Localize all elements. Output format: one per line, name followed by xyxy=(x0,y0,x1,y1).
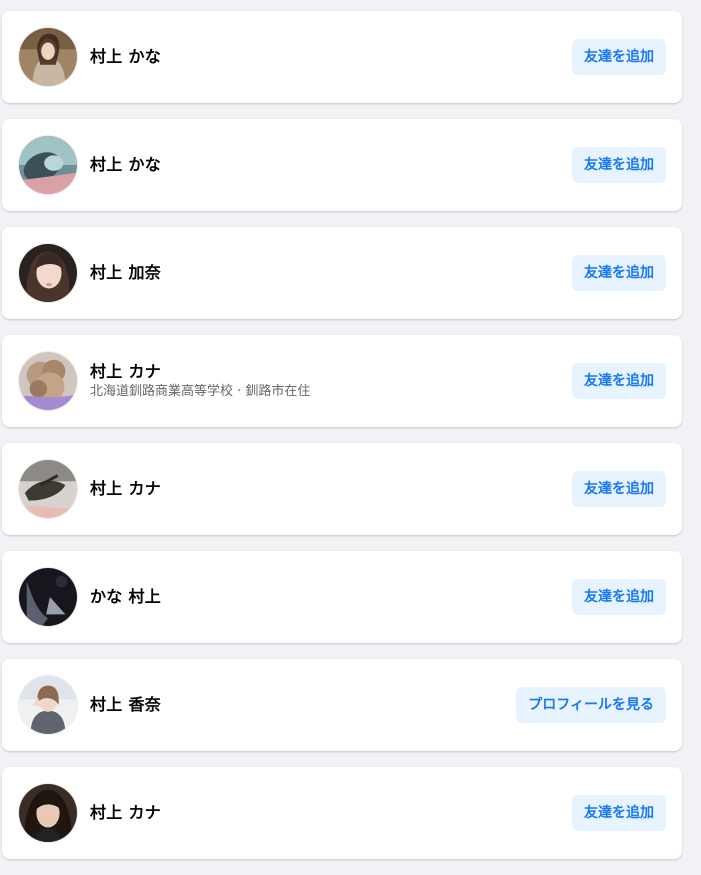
person-card: 村上 カナ 北海道釧路商業高等学校 · 釧路市在住 友達を追加 xyxy=(2,335,682,427)
people-search-results: 村上 かな 友達を追加 村上 かな 友達を追加 村上 加奈 友達を追加 村上 カ… xyxy=(2,11,682,875)
add-friend-button[interactable]: 友達を追加 xyxy=(572,255,666,291)
person-card: 村上 かな 友達を追加 xyxy=(2,119,682,211)
avatar[interactable] xyxy=(18,567,78,627)
person-card: 村上 加奈 友達を追加 xyxy=(2,227,682,319)
view-profile-button[interactable]: プロフィールを見る xyxy=(516,687,666,723)
person-info: 村上 香奈 xyxy=(90,695,516,715)
person-info: 村上 かな xyxy=(90,155,572,175)
add-friend-button[interactable]: 友達を追加 xyxy=(572,471,666,507)
portrait-avatar-image xyxy=(19,28,77,86)
avatar[interactable] xyxy=(18,459,78,519)
portrait-avatar-image xyxy=(19,136,77,194)
avatar[interactable] xyxy=(18,675,78,735)
person-info: 村上 カナ xyxy=(90,479,572,499)
person-info: 村上 かな xyxy=(90,47,572,67)
avatar[interactable] xyxy=(18,783,78,843)
beetle-avatar-image xyxy=(19,460,77,518)
person-name[interactable]: 村上 カナ xyxy=(90,362,572,382)
portrait-avatar-image xyxy=(19,676,77,734)
dark-photo-avatar-image xyxy=(19,568,77,626)
person-card: 村上 カナ 友達を追加 xyxy=(2,767,682,859)
person-info: かな 村上 xyxy=(90,587,572,607)
avatar[interactable] xyxy=(18,27,78,87)
add-friend-button[interactable]: 友達を追加 xyxy=(572,579,666,615)
person-name[interactable]: 村上 かな xyxy=(90,155,572,175)
person-name[interactable]: かな 村上 xyxy=(90,587,572,607)
person-card: 村上 香奈 プロフィールを見る xyxy=(2,659,682,751)
dog-avatar-image xyxy=(19,352,77,410)
portrait-avatar-image xyxy=(19,244,77,302)
add-friend-button[interactable]: 友達を追加 xyxy=(572,147,666,183)
person-name[interactable]: 村上 かな xyxy=(90,47,572,67)
person-info: 村上 カナ xyxy=(90,803,572,823)
person-card: 村上 かな 友達を追加 xyxy=(2,11,682,103)
avatar[interactable] xyxy=(18,135,78,195)
person-name[interactable]: 村上 香奈 xyxy=(90,695,516,715)
avatar[interactable] xyxy=(18,243,78,303)
person-card: かな 村上 友達を追加 xyxy=(2,551,682,643)
portrait-avatar-image xyxy=(19,784,77,842)
person-card: 村上 カナ 友達を追加 xyxy=(2,443,682,535)
person-info: 村上 カナ 北海道釧路商業高等学校 · 釧路市在住 xyxy=(90,362,572,401)
person-details: 北海道釧路商業高等学校 · 釧路市在住 xyxy=(90,383,311,399)
person-info: 村上 加奈 xyxy=(90,263,572,283)
person-name[interactable]: 村上 加奈 xyxy=(90,263,572,283)
avatar[interactable] xyxy=(18,351,78,411)
person-name[interactable]: 村上 カナ xyxy=(90,479,572,499)
person-name[interactable]: 村上 カナ xyxy=(90,803,572,823)
add-friend-button[interactable]: 友達を追加 xyxy=(572,795,666,831)
add-friend-button[interactable]: 友達を追加 xyxy=(572,363,666,399)
add-friend-button[interactable]: 友達を追加 xyxy=(572,39,666,75)
